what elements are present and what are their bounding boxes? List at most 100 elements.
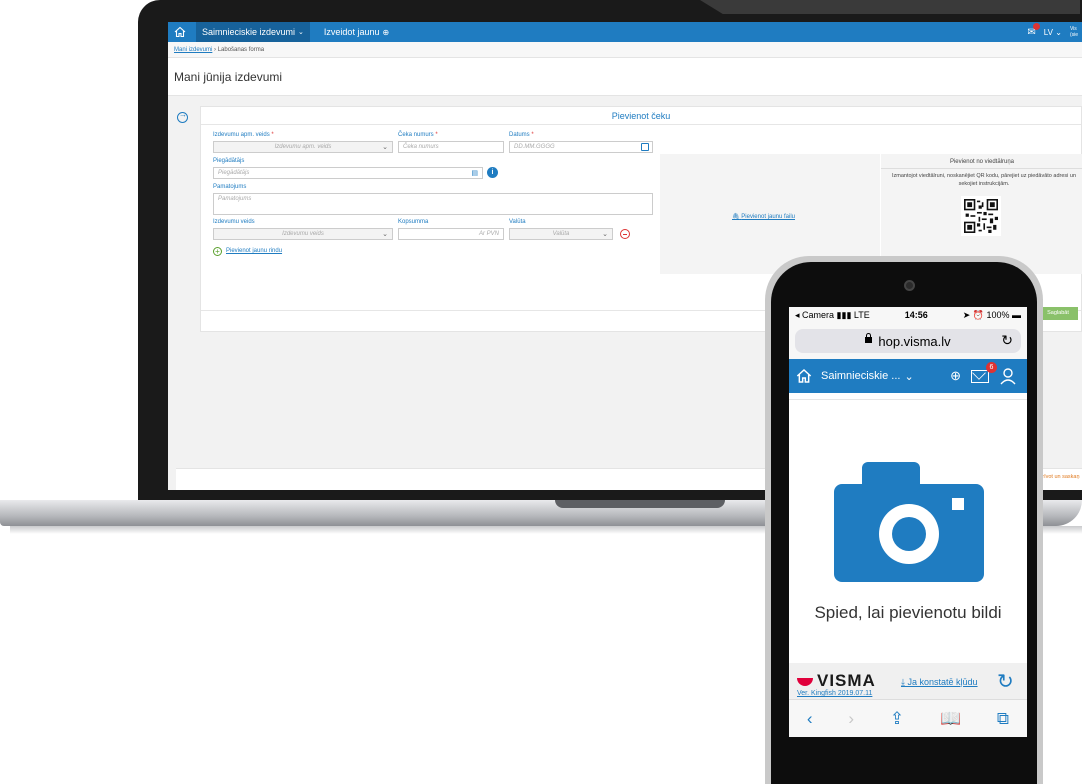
bookmarks-icon[interactable]: 📖 [940,709,961,729]
phone-nav-right: ⊕ 6 [950,361,1027,385]
date-placeholder: DD.MM.GGGG [514,144,555,150]
expense-menu-select[interactable]: Saimnieciskie ... ⌄ [821,370,914,383]
phone-body: ◂ Camera ▮▮▮ LTE 14:56 ➤ ⏰ 100% ▬ hop.vi… [771,262,1037,784]
tabs-icon[interactable]: ⧉ [997,709,1009,729]
info-icon[interactable]: i [487,167,498,178]
visma-swoosh-icon [797,677,813,686]
qr-title: Pievienot no viedtālruņa [881,159,1082,169]
plus-circle-icon: ⊕ [382,27,390,37]
phone: ◂ Camera ▮▮▮ LTE 14:56 ➤ ⏰ 100% ▬ hop.vi… [765,256,1043,784]
expense-type-select[interactable]: Izdevumu apm. veids ⌄ [213,141,393,153]
breadcrumb-separator: › [214,47,217,53]
user-menu[interactable]: Vis (sie [1070,26,1078,38]
cost-type-placeholder: Izdevumu veids [282,231,324,237]
download-icon: ⤓ [901,677,905,687]
remove-row-icon[interactable] [620,229,630,239]
chevron-down-icon: ⌄ [382,231,388,238]
menu-create-new[interactable]: Izveidot jaunu ⊕ [324,27,389,37]
phone-screen: ◂ Camera ▮▮▮ LTE 14:56 ➤ ⏰ 100% ▬ hop.vi… [789,307,1027,737]
supplier-input[interactable]: Piegādātājs ▤ [213,167,483,179]
add-row-link[interactable]: Pievienot jaunu rindu [226,248,282,254]
back-to-camera[interactable]: ◂ Camera ▮▮▮ LTE [795,310,870,321]
forward-icon[interactable]: › [848,709,854,729]
add-file-link[interactable]: 🖇 Pievienot jaunu failu [732,213,795,220]
reason-label: Pamatojums [213,184,247,190]
topbar-right: ✉ LV ⌄ Vis (sie [1027,22,1082,38]
breadcrumb-current: Labošanas forma [217,47,265,53]
expand-arrow-icon[interactable] [177,110,188,123]
date-label: Datums * [509,132,534,138]
menu-expenses-label: Saimnieciskie izdevumi [202,27,296,37]
chevron-down-icon: ⌄ [904,370,914,383]
currency-select[interactable]: Valūta ⌄ [509,228,613,240]
cost-type-label: Izdevumu veids [213,219,255,225]
reason-textarea[interactable]: Pamatojums [213,193,653,215]
calendar-icon[interactable] [641,143,649,151]
mail-count: 6 [986,361,997,373]
share-icon[interactable]: ⇪ [890,709,904,729]
report-error-label: Ja konstatē kļūdu [907,677,978,687]
network-label: LTE [853,309,870,320]
chevron-down-icon: ⌄ [382,144,388,151]
total-label: Kopsumma [398,219,429,225]
language-select[interactable]: LV ⌄ [1044,28,1062,37]
scene: Saimnieciskie izdevumi ⌄ Izveidot jaunu … [0,0,1082,784]
language-label: LV [1043,27,1053,37]
reason-placeholder: Pamatojums [218,196,252,202]
receipt-no-label-text: Čeka numurs [398,132,434,138]
chevron-down-icon: ⌄ [298,29,304,36]
lock-icon [865,333,873,343]
laptop-highlight [700,0,1080,14]
version-link[interactable]: Ver. Kingfish 2019.07.11 [797,690,872,697]
currency-placeholder: Valūta [552,231,570,237]
user-icon[interactable] [999,367,1017,385]
top-navigation: Saimnieciskie izdevumi ⌄ Izveidot jaunu … [168,22,1082,42]
expense-menu-label: Saimnieciskie ... [821,370,901,382]
url-text: hop.visma.lv [878,333,951,349]
breadcrumb: Mani izdevumi › Labošanas forma [168,42,1082,58]
expense-type-label: Izdevumu apm. veids * [213,132,274,138]
cost-type-select[interactable]: Izdevumu veids ⌄ [213,228,393,240]
chevron-down-icon: ⌄ [602,231,608,238]
total-input[interactable]: Ar PVN [398,228,504,240]
date-input[interactable]: DD.MM.GGGG [509,141,653,153]
supplier-placeholder: Piegādātājs [218,170,250,176]
home-icon[interactable] [174,26,186,38]
search-list-icon[interactable]: ▤ [471,169,478,177]
page-title: Mani jūnija izdevumi [168,58,1082,96]
refresh-icon[interactable]: ↻ [997,669,1014,694]
supplier-label: Piegādātājs [213,158,245,164]
expense-type-placeholder: Izdevumu apm. veids [274,144,332,150]
qr-code [961,196,1001,236]
required-mark: * [435,132,438,138]
panel-title: Pievienot čeku [201,107,1081,125]
mail-icon[interactable]: 6 [971,361,997,383]
url-bar-wrap: hop.visma.lv ↻ [789,323,1027,359]
url-bar[interactable]: hop.visma.lv ↻ [795,329,1021,353]
phone-navigation: Saimnieciskie ... ⌄ ⊕ 6 [789,359,1027,393]
menu-create-label: Izveidot jaunu [323,27,380,37]
add-row-icon[interactable]: + [213,247,222,256]
expense-type-label-text: Izdevumu apm. veids [213,132,270,138]
plus-circle-icon[interactable]: ⊕ [950,368,961,384]
camera-icon[interactable] [834,462,984,582]
paperclip-icon: 🖇 [732,214,740,220]
report-error-link[interactable]: ⤓ Ja konstatē kļūdu [901,677,978,688]
visma-logo: VISMA [797,671,876,691]
add-file-label: Pievienot jaunu failu [741,214,796,220]
qr-instructions: Izmantojot viedtālruni, noskanējiet QR k… [891,173,1077,187]
mail-icon[interactable]: ✉ [1027,22,1040,38]
reload-icon[interactable]: ↻ [1001,332,1013,349]
menu-expenses[interactable]: Saimnieciskie izdevumi ⌄ [196,22,310,42]
back-icon[interactable]: ‹ [807,709,813,729]
separator [789,393,1027,400]
user-sub: (sie [1069,32,1078,38]
receipt-no-label: Čeka numurs * [398,132,438,138]
upload-prompt[interactable]: Spied, lai pievienotu bildi [789,603,1027,623]
breadcrumb-root-link[interactable]: Mani izdevumi [174,47,212,53]
home-icon[interactable] [795,368,813,384]
back-label: Camera [802,309,835,320]
receipt-no-input[interactable]: Čeka numurs [398,141,504,153]
date-label-text: Datums [509,132,530,138]
save-button[interactable]: Saglabāt [1038,307,1078,320]
